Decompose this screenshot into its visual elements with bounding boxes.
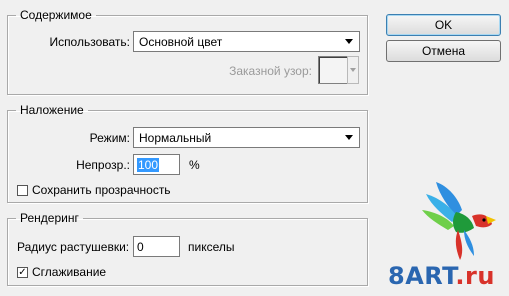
feather-input[interactable]: 0 <box>133 236 180 257</box>
mode-select[interactable]: Нормальный <box>133 127 360 148</box>
checkmark-icon: ✓ <box>18 266 27 278</box>
custom-pattern-swatch <box>318 56 348 84</box>
watermark-main: 8ART <box>388 262 456 290</box>
rendering-legend: Рендеринг <box>20 211 79 225</box>
opacity-label: Непрозр.: <box>76 158 130 172</box>
feather-label: Радиус растушевки: <box>17 240 130 254</box>
ok-button[interactable]: OK <box>386 14 501 36</box>
contents-legend: Содержимое <box>20 8 92 22</box>
feather-value: 0 <box>137 239 144 254</box>
mode-select-value: Нормальный <box>139 130 212 145</box>
checkbox-box[interactable] <box>17 184 28 196</box>
chevron-down-icon <box>350 68 356 72</box>
watermark-suffix: .ru <box>455 262 495 290</box>
use-select[interactable]: Основной цвет <box>133 31 360 52</box>
preserve-transparency-checkbox[interactable]: Сохранить прозрачность <box>17 183 171 197</box>
cancel-button[interactable]: Отмена <box>386 40 501 62</box>
blending-legend: Наложение <box>20 103 84 117</box>
use-select-value: Основной цвет <box>139 34 223 49</box>
mode-label: Режим: <box>89 131 130 145</box>
parrot-logo-icon <box>422 182 496 260</box>
custom-pattern-label: Заказной узор: <box>229 64 312 78</box>
opacity-value: 100 <box>137 157 160 172</box>
antialias-checkbox[interactable]: ✓ Сглаживание <box>17 265 106 279</box>
preserve-transparency-label: Сохранить прозрачность <box>32 183 171 197</box>
cancel-label: Отмена <box>421 44 466 58</box>
opacity-input[interactable]: 100 <box>133 154 180 175</box>
checkbox-box[interactable]: ✓ <box>17 266 28 278</box>
antialias-label: Сглаживание <box>32 265 107 279</box>
chevron-down-icon <box>345 39 353 44</box>
custom-pattern-dropdown <box>347 56 359 84</box>
use-label: Использовать: <box>49 35 130 49</box>
chevron-down-icon <box>345 135 353 140</box>
opacity-unit: % <box>189 158 200 172</box>
feather-unit: пикселы <box>188 240 235 254</box>
watermark-text: 8ART.ru <box>388 262 495 290</box>
ok-label: OK <box>434 18 453 32</box>
